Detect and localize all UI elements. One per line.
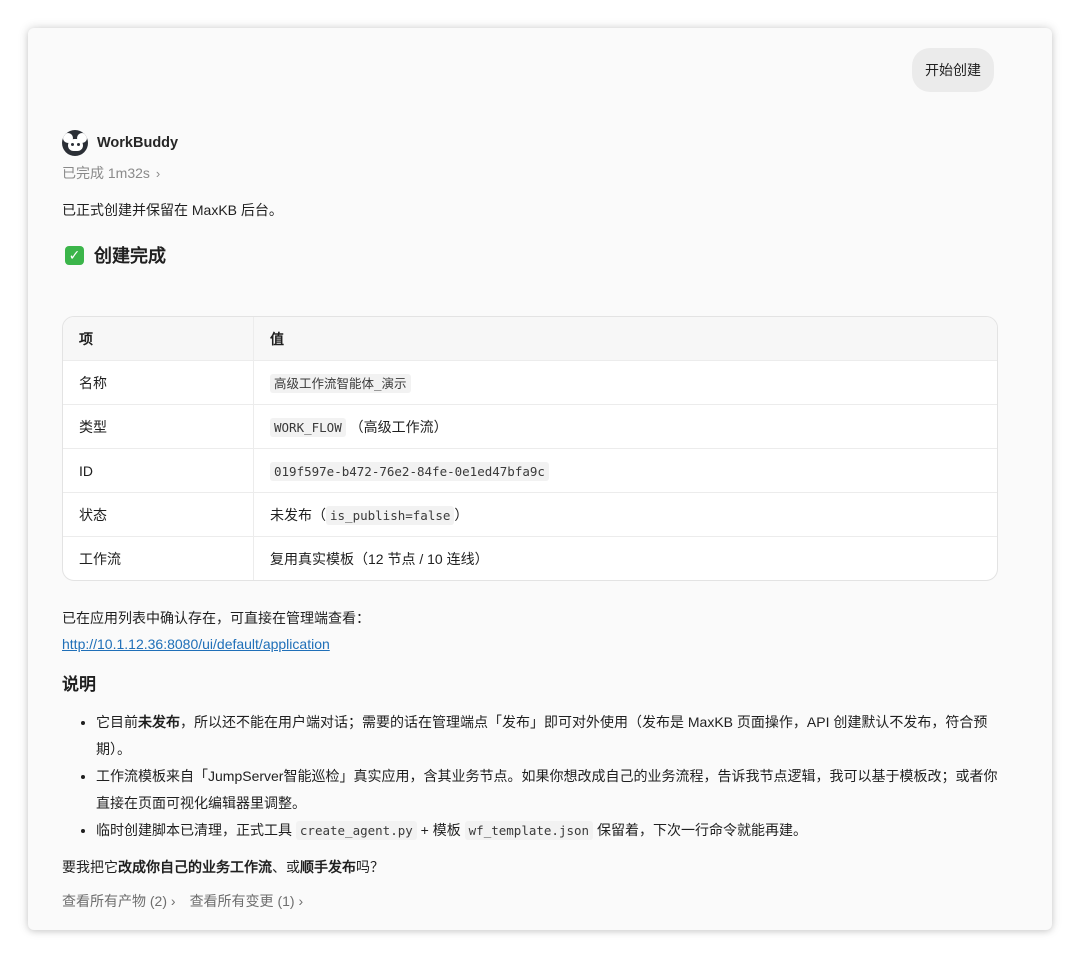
- row-value: 复用真实模板（12 节点 / 10 连线）: [270, 550, 489, 567]
- admin-link[interactable]: http://10.1.12.36:8080/ui/default/applic…: [62, 636, 330, 652]
- table-row: 状态 未发布（ is_publish=false）: [63, 493, 997, 537]
- list-item: 工作流模板来自「JumpServer智能巡检」真实应用，含其业务节点。如果你想改…: [96, 763, 998, 817]
- checkmark-icon: ✓: [65, 245, 84, 265]
- note-text: 保留着，下次一行命令就能再建。: [596, 822, 807, 838]
- inline-code: 019f597e-b472-76e2-84fe-0e1ed47bfa9c: [270, 461, 549, 481]
- table-header-row: 项 值: [63, 317, 997, 361]
- row-value: 未发布（ is_publish=false）: [254, 493, 997, 537]
- chevron-right-icon: ›: [155, 165, 161, 181]
- inline-code: 高级工作流智能体_演示: [270, 374, 411, 393]
- table-row: 名称 高级工作流智能体_演示: [63, 361, 997, 405]
- inline-code: WORK_FLOW: [270, 417, 346, 437]
- user-message-bubble: 开始创建: [912, 48, 994, 92]
- note-text: 临时创建脚本已清理，正式工具: [96, 822, 292, 838]
- row-value: WORK_FLOW （高级工作流）: [254, 405, 997, 449]
- agent-header: WorkBuddy: [62, 128, 998, 158]
- note-text: ，所以还不能在用户端对话；需要的话在管理端点「发布」即可对外使用（发布是 Max…: [96, 714, 988, 757]
- note-text: 工作流模板来自「JumpServer智能巡检」真实应用，含其业务节点。如果你想改…: [96, 768, 998, 811]
- row-value-prefix: 未发布（: [270, 506, 326, 523]
- inline-code: is_publish=false: [326, 505, 455, 525]
- row-key: ID: [63, 449, 254, 493]
- question-bold: 顺手发布: [300, 859, 356, 875]
- confirm-text: 已在应用列表中确认存在，可直接在管理端查看：: [62, 610, 370, 626]
- note-text: + 模板: [420, 822, 461, 838]
- column-header-value: 值: [254, 317, 997, 361]
- row-key: 类型: [63, 405, 254, 449]
- assistant-response: WorkBuddy 已完成 1m32s › 已正式创建并保留在 MaxKB 后台…: [62, 128, 998, 916]
- run-status-text: 已完成 1m32s: [62, 165, 150, 181]
- list-item: 它目前未发布，所以还不能在用户端对话；需要的话在管理端点「发布」即可对外使用（发…: [96, 709, 998, 763]
- inline-code: create_agent.py: [295, 821, 417, 840]
- workbuddy-avatar-icon: [62, 130, 88, 156]
- run-status-toggle[interactable]: 已完成 1m32s ›: [62, 162, 998, 184]
- view-artifacts-link[interactable]: 查看所有产物 (2) ›: [62, 893, 176, 909]
- question-text: 吗？: [356, 859, 384, 875]
- footer-links: 查看所有产物 (2) › 查看所有变更 (1) ›: [62, 886, 998, 916]
- user-message-text: 开始创建: [925, 62, 981, 78]
- column-header-key: 项: [63, 317, 254, 361]
- intro-text: 已正式创建并保留在 MaxKB 后台。: [62, 202, 283, 218]
- confirm-paragraph: 已在应用列表中确认存在，可直接在管理端查看： http://10.1.12.36…: [62, 605, 998, 657]
- row-value: 高级工作流智能体_演示: [254, 361, 997, 405]
- question-bold: 改成你自己的业务工作流: [118, 859, 272, 875]
- agent-name: WorkBuddy: [97, 135, 179, 151]
- list-item: 临时创建脚本已清理，正式工具 create_agent.py + 模板 wf_t…: [96, 817, 998, 844]
- view-changes-link[interactable]: 查看所有变更 (1) ›: [190, 893, 304, 909]
- notes-list: 它目前未发布，所以还不能在用户端对话；需要的话在管理端点「发布」即可对外使用（发…: [62, 709, 998, 844]
- table-row: 工作流 复用真实模板（12 节点 / 10 连线）: [63, 537, 997, 580]
- row-key: 状态: [63, 493, 254, 537]
- table-row: 类型 WORK_FLOW （高级工作流）: [63, 405, 997, 449]
- chat-panel: 开始创建 WorkBuddy 已完成 1m32s › 已正式创建并保留在 Max…: [28, 28, 1052, 930]
- row-value-text: ）: [454, 506, 469, 523]
- note-bold: 未发布: [138, 714, 180, 730]
- inline-code: wf_template.json: [464, 821, 594, 840]
- row-key: 名称: [63, 361, 254, 405]
- row-key: 工作流: [63, 537, 254, 580]
- section-title: 创建完成: [94, 246, 166, 266]
- row-value: 019f597e-b472-76e2-84fe-0e1ed47bfa9c: [254, 449, 997, 493]
- question-text: 要我把它: [62, 859, 118, 875]
- section-heading: ✓ 创建完成: [62, 240, 998, 270]
- result-table: 项 值 名称 高级工作流智能体_演示 类型 WORK_FLOW （高级工作流） …: [62, 316, 998, 581]
- note-text: 它目前: [96, 714, 138, 730]
- follow-up-question: 要我把它改成你自己的业务工作流、或顺手发布吗？: [62, 852, 998, 882]
- row-value-text: （高级工作流）: [349, 418, 448, 435]
- table-row: ID 019f597e-b472-76e2-84fe-0e1ed47bfa9c: [63, 449, 997, 493]
- question-text: 、或: [272, 859, 300, 875]
- notes-heading: 说明: [62, 675, 96, 694]
